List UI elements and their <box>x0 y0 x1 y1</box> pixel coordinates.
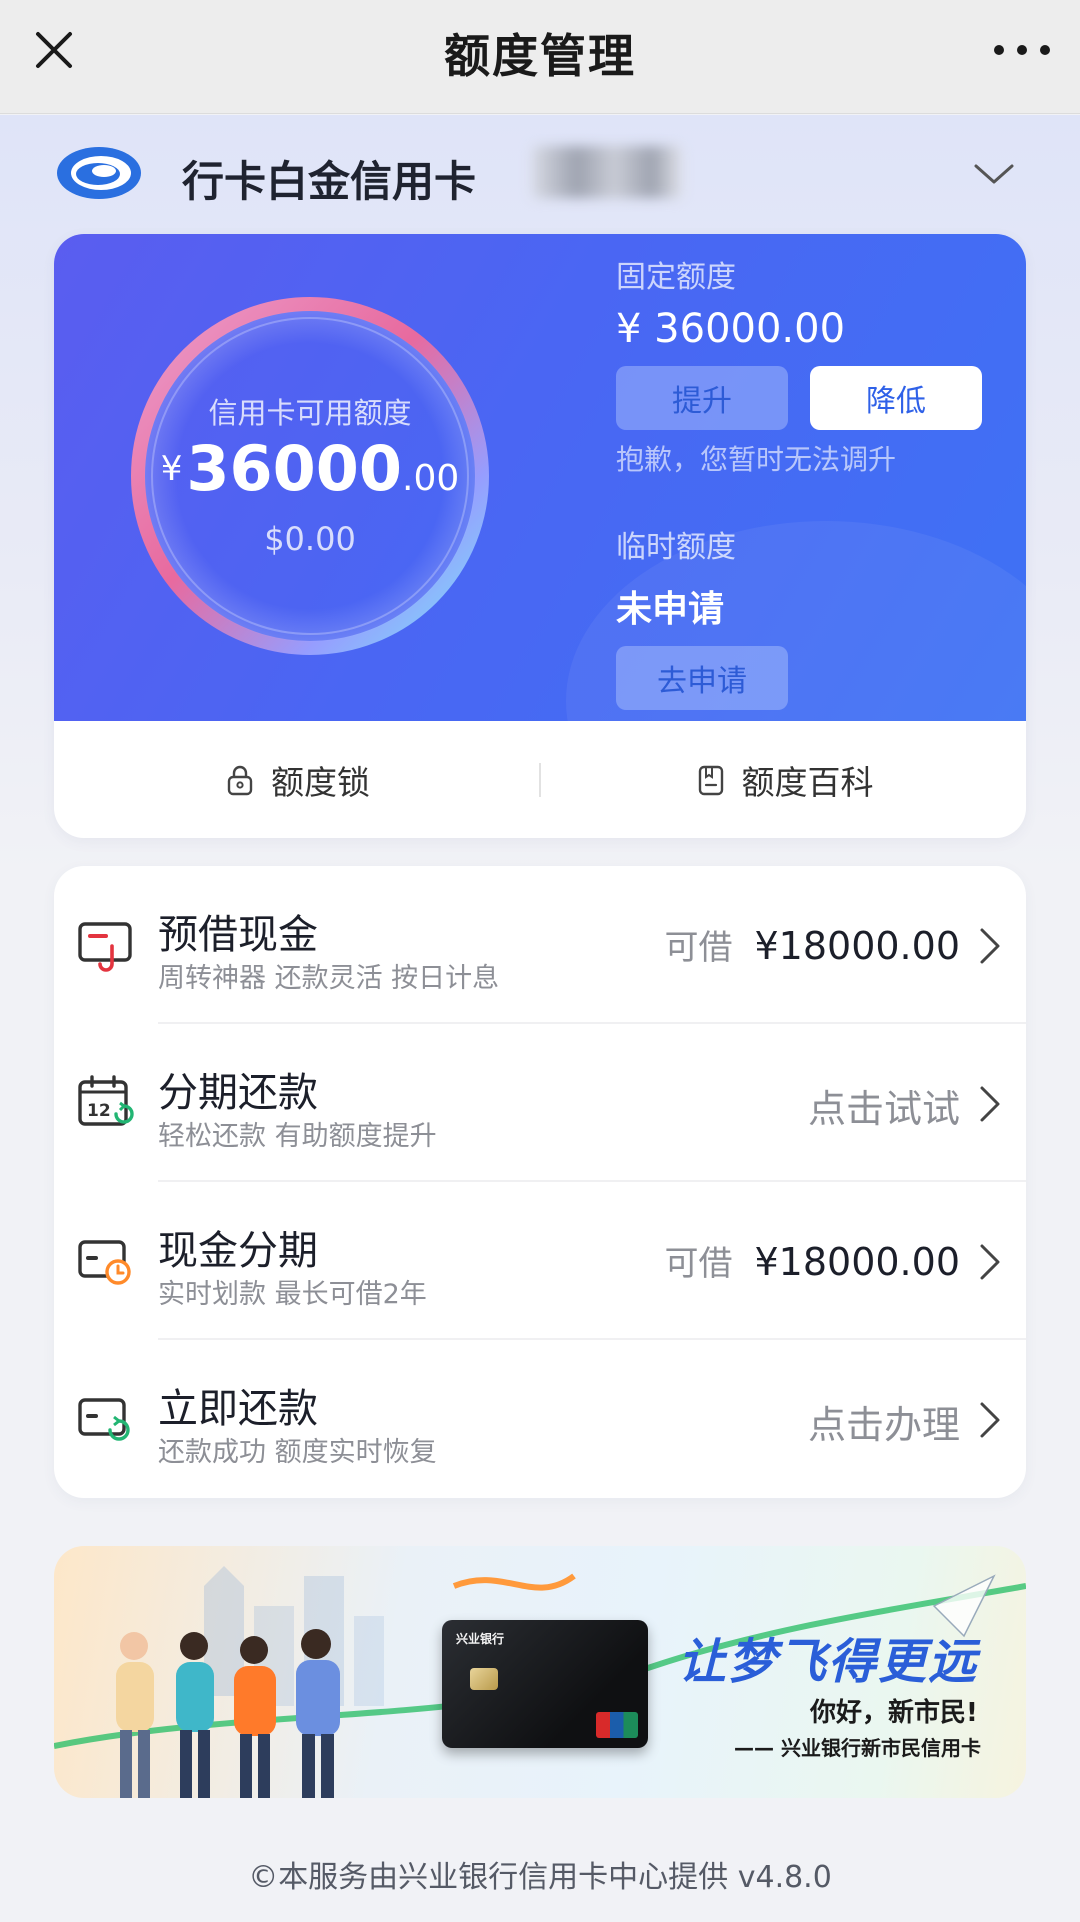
amount-integer: 36000 <box>186 432 403 505</box>
service-name: 预借现金 <box>158 912 318 958</box>
masked-card-number <box>532 146 682 198</box>
limit-wiki-button[interactable]: 额度百科 <box>541 756 1026 804</box>
temp-limit-status: 未申请 <box>616 589 725 630</box>
borrowable-amount: ¥18000.00 <box>754 1240 961 1284</box>
card-selector[interactable]: 行卡白金信用卡 <box>54 138 1026 208</box>
service-name: 现金分期 <box>158 1228 318 1274</box>
fixed-limit-notice: 抱歉，您暂时无法调升 <box>616 443 897 476</box>
chevron-right-icon <box>974 1398 1004 1442</box>
service-desc: 轻松还款 有助额度提升 <box>158 1121 437 1152</box>
chevron-down-icon[interactable] <box>972 152 1016 196</box>
borrowable-amount: ¥18000.00 <box>754 924 961 968</box>
footer-text: ©本服务由兴业银行信用卡中心提供 v4.8.0 <box>248 1860 832 1895</box>
svg-text:12: 12 <box>87 1101 111 1121</box>
limit-lock-button[interactable]: 额度锁 <box>54 756 539 804</box>
service-cta: 点击办理 <box>807 1403 960 1447</box>
fixed-limit-buttons: 提升 降低 <box>616 366 996 430</box>
available-limit-amount: ¥36000.00 <box>126 432 494 505</box>
cash-installment-icon <box>76 1232 134 1290</box>
limit-lock-label: 额度锁 <box>271 762 370 802</box>
service-item-cash-advance[interactable]: 预借现金 周转神器 还款灵活 按日计息 可借 ¥18000.00 <box>54 866 1026 1024</box>
unionpay-logo <box>596 1712 638 1738</box>
limit-actions: 额度锁 额度百科 <box>54 721 1026 838</box>
limit-wiki-label: 额度百科 <box>741 762 874 802</box>
service-desc: 周转神器 还款灵活 按日计息 <box>158 963 500 994</box>
fixed-limit-label: 固定额度 <box>616 260 736 295</box>
service-desc: 实时划款 最长可借2年 <box>158 1279 427 1310</box>
page-title: 额度管理 <box>444 29 636 83</box>
service-item-cash-installment[interactable]: 现金分期 实时划款 最长可借2年 可借 ¥18000.00 <box>54 1182 1026 1340</box>
lower-limit-button[interactable]: 降低 <box>810 366 982 430</box>
service-name: 立即还款 <box>158 1386 318 1432</box>
available-limit-ring: 信用卡可用额度 ¥36000.00 $0.00 <box>126 292 494 660</box>
lock-icon <box>227 765 253 795</box>
borrowable-label: 可借 <box>664 1244 733 1284</box>
services-list: 预借现金 周转神器 还款灵活 按日计息 可借 ¥18000.00 12 分期还款… <box>54 866 1026 1498</box>
banner-slogan: 让梦飞得更远 <box>678 1634 979 1690</box>
service-value-group: 点击试试 <box>808 1078 960 1133</box>
service-value-group: 点击办理 <box>808 1394 960 1449</box>
service-value-group: 可借 ¥18000.00 <box>665 920 961 969</box>
banner-greeting: 你好，新市民! <box>810 1698 978 1728</box>
service-cta: 点击试试 <box>807 1087 960 1131</box>
credit-card-image: 兴业银行 <box>442 1620 648 1748</box>
raise-limit-button[interactable]: 提升 <box>616 366 788 430</box>
cash-advance-icon <box>76 916 134 974</box>
temp-limit-label: 临时额度 <box>616 530 736 565</box>
limit-details: 固定额度 ¥ 36000.00 提升 降低 抱歉，您暂时无法调升 临时额度 未申… <box>616 252 996 758</box>
temp-limit-buttons: 去申请 <box>616 646 996 710</box>
fixed-limit-amount: ¥ 36000.00 <box>616 306 846 352</box>
card-chip <box>470 1668 498 1690</box>
service-name: 分期还款 <box>158 1070 318 1116</box>
service-desc: 还款成功 额度实时恢复 <box>158 1437 437 1468</box>
limit-card: 信用卡可用额度 ¥36000.00 $0.00 固定额度 ¥ 36000.00 … <box>54 234 1026 838</box>
card-brand: 兴业银行 <box>456 1632 505 1646</box>
apply-temp-limit-button[interactable]: 去申请 <box>616 646 788 710</box>
limit-panel: 信用卡可用额度 ¥36000.00 $0.00 固定额度 ¥ 36000.00 … <box>54 234 1026 838</box>
promo-banner[interactable]: 兴业银行 让梦飞得更远 你好，新市民! —— 兴业银行新市民信用卡 <box>54 1546 1026 1798</box>
usd-amount: $0.00 <box>264 520 356 558</box>
chevron-right-icon <box>974 1240 1004 1284</box>
service-value-group: 可借 ¥18000.00 <box>665 1236 961 1285</box>
service-item-repay-now[interactable]: 立即还款 还款成功 额度实时恢复 点击办理 <box>54 1340 1026 1498</box>
banner-subtitle: —— 兴业银行新市民信用卡 <box>734 1736 981 1760</box>
more-dots-icon[interactable] <box>994 30 1050 70</box>
repay-now-icon <box>76 1390 134 1448</box>
currency-symbol: ¥ <box>160 449 183 489</box>
bank-swirl-logo <box>54 144 144 202</box>
chevron-right-icon <box>974 1082 1004 1126</box>
chevron-right-icon <box>974 924 1004 968</box>
amount-decimal: .00 <box>402 458 460 499</box>
top-navigation-bar: 额度管理 <box>0 0 1080 114</box>
installment-calendar-icon: 12 <box>76 1074 134 1132</box>
service-item-installment-repay[interactable]: 12 分期还款 轻松还款 有助额度提升 点击试试 <box>54 1024 1026 1182</box>
book-icon <box>698 765 723 795</box>
borrowable-label: 可借 <box>664 928 733 968</box>
card-name: 行卡白金信用卡 <box>182 157 477 206</box>
available-limit-label: 信用卡可用额度 <box>208 396 412 430</box>
